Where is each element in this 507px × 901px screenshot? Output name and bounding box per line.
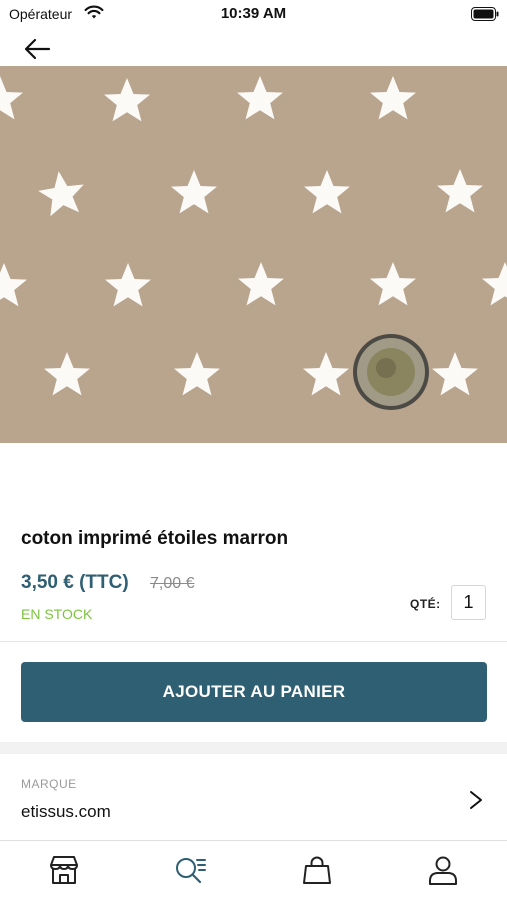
back-arrow-icon — [24, 38, 51, 60]
section-separator — [0, 742, 507, 754]
brand-row[interactable]: MARQUE etissus.com — [0, 754, 507, 840]
quantity-label: QTÉ: — [410, 597, 441, 611]
tab-cart[interactable] — [300, 853, 334, 887]
clock: 10:39 AM — [220, 5, 287, 22]
divider — [0, 641, 507, 642]
search-list-icon — [176, 858, 206, 884]
back-button[interactable] — [22, 36, 52, 62]
navigation-bar — [0, 30, 507, 66]
status-bar: Opérateur 10:39 AM — [0, 0, 507, 30]
tab-store[interactable] — [47, 853, 81, 887]
brand-value: etissus.com — [21, 802, 111, 821]
battery-icon — [471, 7, 499, 26]
brand-label: MARQUE — [21, 777, 77, 791]
product-image[interactable] — [0, 66, 507, 443]
tab-account[interactable] — [426, 853, 460, 887]
product-old-price: 7,00 € — [150, 575, 195, 592]
tab-search[interactable] — [173, 853, 207, 887]
add-to-cart-button[interactable]: AJOUTER AU PANIER — [21, 662, 487, 722]
product-price: 3,50 € (TTC) — [21, 572, 129, 593]
quantity-input[interactable]: 1 — [451, 585, 486, 620]
tab-bar — [0, 840, 507, 901]
user-icon — [429, 856, 457, 885]
chevron-right-icon — [468, 790, 484, 815]
product-title: coton imprimé étoiles marron — [21, 528, 289, 549]
shopping-bag-icon — [303, 856, 331, 884]
stock-status: EN STOCK — [21, 606, 93, 622]
store-icon — [50, 856, 78, 884]
